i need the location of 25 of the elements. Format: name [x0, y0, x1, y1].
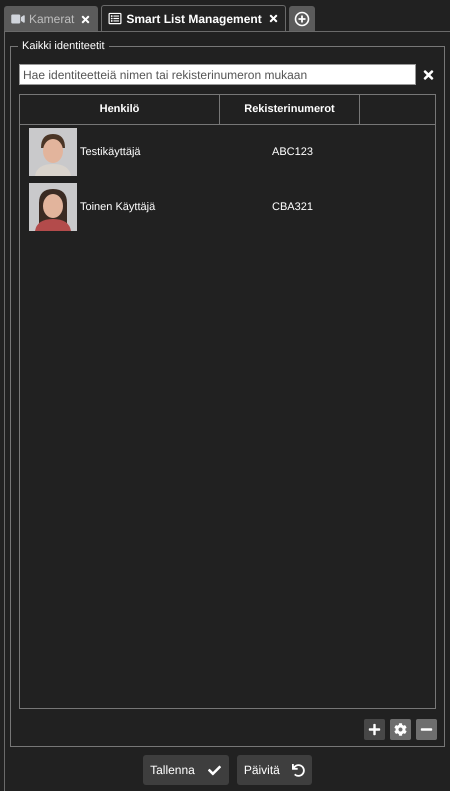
table-row[interactable]: Toinen Käyttäjä CBA321	[20, 182, 435, 232]
check-icon	[206, 764, 222, 776]
tab[interactable]: Kamerat	[4, 6, 98, 31]
save-button[interactable]: Tallenna	[143, 755, 229, 785]
undo-icon	[292, 764, 305, 776]
plus-icon	[368, 723, 381, 736]
table-cell-text: CBA321	[272, 200, 313, 215]
column-header[interactable]: Henkilö	[20, 95, 220, 124]
column-header[interactable]: Rekisterinumerot	[220, 95, 360, 124]
settings-icon	[394, 723, 407, 736]
close-icon[interactable]	[80, 14, 92, 24]
add-button[interactable]	[364, 719, 385, 740]
refresh-button[interactable]: Päivitä	[236, 755, 312, 785]
table-row[interactable]: Testikäyttäjä ABC123	[20, 127, 435, 177]
close-icon[interactable]	[268, 13, 279, 24]
clear-icon[interactable]	[422, 68, 435, 82]
table-cell-text: ABC123	[272, 144, 313, 160]
search-field[interactable]: Hae identiteetteiä nimen tai rekisterinumeron mukaan	[19, 64, 416, 85]
tab[interactable]: Smart List Management	[101, 5, 286, 31]
new-tab-button[interactable]	[288, 6, 315, 31]
camera-icon	[11, 13, 25, 25]
table-cell-text: Testikäyttäjä	[80, 144, 141, 160]
table-cell-text: Toinen Käyttäjä	[80, 200, 156, 215]
plus-circle-icon	[294, 10, 310, 26]
list-icon	[108, 12, 122, 25]
